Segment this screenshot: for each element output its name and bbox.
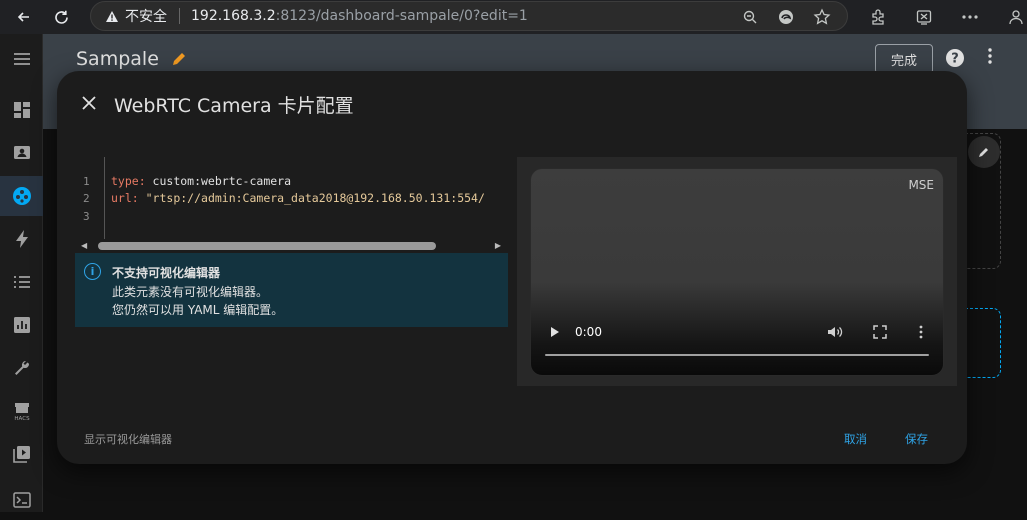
card-preview: MSE 0:00 <box>517 157 957 386</box>
address-bar[interactable]: 不安全 192.168.3.2:8123/dashboard-sampale/0… <box>90 1 848 31</box>
horizontal-scrollbar[interactable]: ◀ ▶ <box>81 240 501 252</box>
line-number: 3 <box>83 210 90 223</box>
edit-title-pencil-icon[interactable] <box>170 50 188 72</box>
wrench-icon[interactable] <box>0 348 43 388</box>
cancel-button[interactable]: 取消 <box>844 431 867 447</box>
line-number-gutter: 1 2 3 <box>75 157 105 239</box>
address-divider <box>179 8 180 24</box>
scrollbar-thumb[interactable] <box>98 242 436 250</box>
scroll-right-icon[interactable]: ▶ <box>495 241 501 250</box>
video-progress-bar[interactable] <box>545 354 929 356</box>
info-text: 此类元素没有可视化编辑器。 <box>112 285 269 299</box>
fullscreen-icon[interactable] <box>873 324 887 343</box>
card-config-dialog: WebRTC Camera 卡片配置 1 2 3 type: custom:we… <box>57 71 967 464</box>
map-icon[interactable] <box>0 133 43 173</box>
todo-list-icon[interactable] <box>0 262 43 302</box>
scroll-left-icon[interactable]: ◀ <box>81 241 87 250</box>
info-icon: i <box>84 263 101 280</box>
info-alert: i 不支持可视化编辑器 此类元素没有可视化编辑器。 您仍然可以用 YAML 编辑… <box>75 253 508 327</box>
video-player[interactable]: MSE 0:00 <box>530 168 944 376</box>
media-icon[interactable] <box>0 434 43 474</box>
close-icon[interactable] <box>77 91 101 115</box>
warning-icon <box>106 10 118 22</box>
done-button[interactable]: 完成 <box>875 44 933 74</box>
card-edit-pencil-icon[interactable] <box>968 136 1000 168</box>
back-icon[interactable] <box>8 1 40 33</box>
security-label: 不安全 <box>125 9 167 25</box>
dialog-title: WebRTC Camera 卡片配置 <box>114 95 354 117</box>
code-line-url: url: "rtsp://admin:Camera_data2018@192.1… <box>111 191 485 205</box>
hacs-icon[interactable]: HACS <box>0 391 43 431</box>
dashboard-title: Sampale <box>76 48 159 70</box>
history-chart-icon[interactable] <box>0 305 43 345</box>
profile-icon[interactable] <box>1000 2 1027 32</box>
yaml-key: type: <box>111 174 146 188</box>
code-editor[interactable]: 1 2 3 type: custom:webrtc-camera url: "r… <box>75 157 508 253</box>
play-icon[interactable] <box>549 324 561 343</box>
reload-icon[interactable] <box>45 1 77 33</box>
video-time: 0:00 <box>575 325 602 339</box>
help-icon[interactable]: ? <box>945 48 965 72</box>
line-number: 2 <box>83 192 90 205</box>
code-line-type: type: custom:webrtc-camera <box>111 174 291 188</box>
show-visual-editor-button[interactable]: 显示可视化编辑器 <box>84 431 172 447</box>
energy-icon[interactable] <box>0 219 43 259</box>
zoom-out-icon[interactable] <box>739 6 761 28</box>
hacs-label: HACS <box>14 416 30 422</box>
volume-icon[interactable] <box>827 324 843 343</box>
security-indicator[interactable]: 不安全 <box>105 6 167 26</box>
url-host: 192.168.3.2 <box>191 8 276 24</box>
yaml-editor-panel: 1 2 3 type: custom:webrtc-camera url: "r… <box>75 157 508 327</box>
add-card-placeholder[interactable] <box>965 308 1001 378</box>
overview-icon[interactable] <box>0 90 43 130</box>
video-more-icon[interactable] <box>919 324 923 343</box>
save-button[interactable]: 保存 <box>905 431 928 447</box>
stream-mode-label: MSE <box>908 178 934 192</box>
info-text: 您仍然可以用 YAML 编辑配置。 <box>112 303 284 317</box>
svg-text:?: ? <box>951 52 959 67</box>
yaml-value: custom:webrtc-camera <box>145 174 292 188</box>
browser-menu-icon[interactable] <box>954 2 986 32</box>
favorite-star-icon[interactable] <box>811 6 833 28</box>
overflow-menu-icon[interactable] <box>988 48 992 68</box>
sidebar-item-active-icon[interactable] <box>0 176 43 216</box>
yaml-string-value: "rtsp://admin:Camera_data2018@192.168.50… <box>138 191 485 205</box>
sidebar: HACS <box>0 34 43 512</box>
terminal-icon[interactable] <box>0 480 43 520</box>
yaml-key: url: <box>111 191 139 205</box>
info-title: 不支持可视化编辑器 <box>112 266 221 280</box>
url-path: :8123/dashboard-sampale/0?edit=1 <box>275 8 528 24</box>
screenshot-icon[interactable] <box>908 2 940 32</box>
line-number: 1 <box>83 175 90 188</box>
extensions-icon[interactable] <box>862 2 894 32</box>
edge-icon[interactable] <box>775 6 797 28</box>
browser-toolbar: 不安全 192.168.3.2:8123/dashboard-sampale/0… <box>0 0 1027 34</box>
menu-icon[interactable] <box>0 39 43 79</box>
